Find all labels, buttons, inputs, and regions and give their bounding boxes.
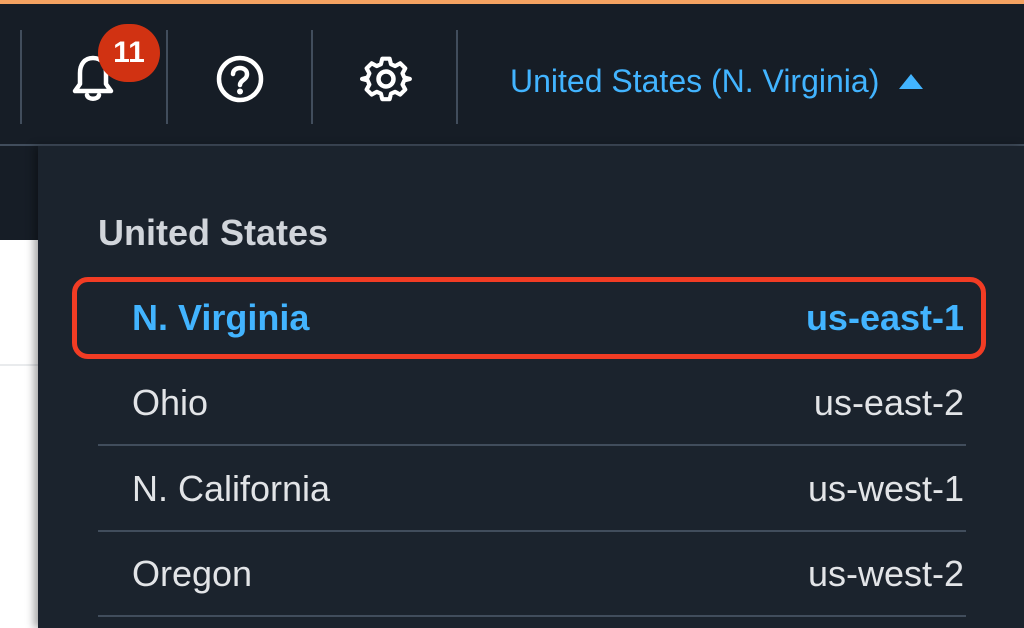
- region-code: us-west-2: [807, 553, 964, 594]
- region-code: us-east-2: [813, 382, 964, 423]
- notification-count-badge: 11: [98, 24, 160, 82]
- region-name: Oregon: [132, 553, 253, 594]
- region-code: us-west-1: [807, 468, 964, 509]
- region-option-n-virginia[interactable]: N. Virginia us-east-1: [98, 276, 966, 360]
- region-name: Ohio: [132, 382, 209, 423]
- region-option-oregon[interactable]: Oregon us-west-2: [98, 533, 966, 617]
- caret-up-icon: [899, 73, 924, 89]
- region-selector-label: United States (N. Virginia): [510, 62, 880, 99]
- region-code: us-east-1: [805, 297, 964, 338]
- region-dropdown-menu: United States N. Virginia us-east-1 Ohio…: [38, 146, 1024, 628]
- nav-divider: [20, 30, 22, 124]
- region-name: N. California: [132, 468, 331, 509]
- gear-icon: [360, 53, 412, 105]
- nav-divider: [166, 30, 168, 124]
- help-button[interactable]: [205, 44, 275, 114]
- region-selector-button[interactable]: United States (N. Virginia): [510, 56, 924, 106]
- region-option-n-california[interactable]: N. California us-west-1: [98, 448, 966, 532]
- help-circle-icon: [215, 54, 265, 104]
- nav-divider: [311, 30, 313, 124]
- page-divider: [0, 364, 40, 366]
- region-name: N. Virginia: [132, 297, 310, 338]
- top-navigation-bar: 11 United States (N. Virginia): [0, 4, 1024, 146]
- aws-console-screen: 11 United States (N. Virginia) United St…: [0, 0, 1024, 628]
- region-option-ohio[interactable]: Ohio us-east-2: [98, 362, 966, 446]
- nav-divider: [456, 30, 458, 124]
- region-group-title: United States: [98, 212, 329, 253]
- settings-button[interactable]: [351, 44, 421, 114]
- page-content-area: [0, 240, 40, 628]
- page-header-strip: [0, 146, 40, 240]
